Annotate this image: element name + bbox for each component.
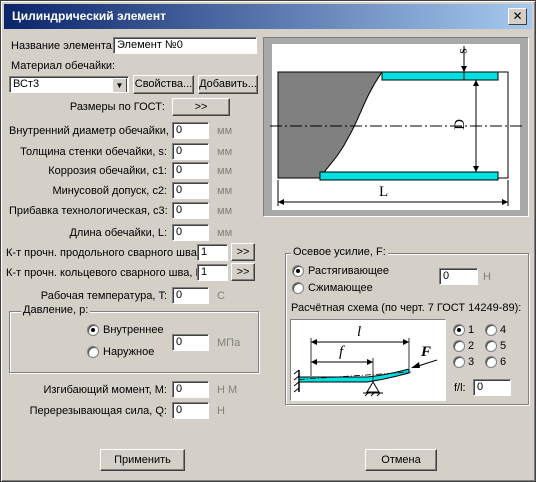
diameter-input[interactable]: 0 (172, 122, 209, 139)
thickness-input[interactable]: 0 (172, 143, 209, 160)
axial-tension-label[interactable]: Растягивающее (308, 265, 389, 277)
diameter-unit: мм (217, 125, 233, 137)
scheme-radio-2[interactable] (453, 340, 465, 352)
temperature-input[interactable]: 0 (172, 287, 209, 304)
scheme-radio-6[interactable] (485, 356, 497, 368)
weld-long-input[interactable]: 1 (197, 244, 228, 261)
dialog-window: Цилиндрический элемент ✕ Название элемен… (0, 0, 536, 482)
pressure-group-title: Давление, p: (21, 304, 91, 316)
corrosion-label: Коррозия обечайки, c1: (48, 165, 167, 177)
scheme-label-2[interactable]: 2 (468, 340, 474, 352)
close-icon: ✕ (512, 9, 523, 23)
axial-compression-radio[interactable] (292, 282, 304, 294)
corrosion-unit: мм (217, 165, 233, 177)
apply-button[interactable]: Применить (100, 449, 185, 471)
gost-sizes-button[interactable]: >> (172, 98, 230, 116)
minus-tolerance-unit: мм (217, 185, 233, 197)
window-title: Цилиндрический элемент (12, 9, 166, 23)
weld-circ-button[interactable]: >> (231, 263, 255, 281)
scheme-force-label: F (421, 344, 432, 360)
tech-allowance-label: Прибавка технологическая, c3: (9, 205, 168, 217)
scheme-label-1[interactable]: 1 (468, 324, 474, 336)
cancel-button[interactable]: Отмена (365, 449, 437, 471)
fl-input[interactable]: 0 (473, 379, 511, 396)
material-select[interactable]: ВСт3 ▼ (9, 76, 129, 93)
shell-d-label: D (451, 119, 468, 130)
minus-tolerance-input[interactable]: 0 (172, 182, 209, 199)
scheme-diagram: l f F (290, 319, 446, 401)
bending-moment-unit: Н М (217, 384, 238, 396)
material-value: ВСт3 (13, 78, 40, 90)
shell-l-label: L (379, 184, 389, 200)
length-label: Длина обечайки, L: (69, 227, 167, 239)
gost-sizes-label: Размеры по ГОСТ: (69, 101, 165, 113)
axial-compression-label[interactable]: Сжимающее (308, 282, 373, 294)
element-name-input[interactable]: Элемент №0 (113, 37, 257, 54)
axial-force-input[interactable]: 0 (439, 268, 478, 285)
pressure-external-radio[interactable] (87, 346, 99, 358)
scheme-radio-5[interactable] (485, 340, 497, 352)
shell-diagram-svg (264, 38, 528, 216)
shell-s-label: s (455, 48, 471, 54)
scheme-label-4[interactable]: 4 (500, 324, 506, 336)
weld-circ-label: К-т прочн. кольцевого сварного шва, Fic: (6, 267, 214, 279)
tech-allowance-unit: мм (217, 205, 233, 217)
scheme-radio-1[interactable] (453, 324, 465, 336)
weld-long-label: К-т прочн. продольного сварного шва, Fip… (6, 247, 222, 259)
pressure-internal-radio[interactable] (87, 324, 99, 336)
bending-moment-label: Изгибающий момент, M: (43, 384, 167, 396)
shear-force-unit: Н (217, 405, 225, 417)
weld-circ-input[interactable]: 1 (197, 264, 228, 281)
scheme-radio-4[interactable] (485, 324, 497, 336)
thickness-unit: мм (217, 146, 233, 158)
fl-label: f/l: (454, 382, 466, 394)
thickness-label: Толщина стенки обечайки, s: (20, 146, 167, 158)
axial-tension-radio[interactable] (292, 265, 304, 277)
scheme-radio-3[interactable] (453, 356, 465, 368)
temperature-unit: С (217, 290, 225, 302)
corrosion-input[interactable]: 0 (172, 162, 209, 179)
length-input[interactable]: 0 (172, 224, 209, 241)
pressure-external-label[interactable]: Наружное (103, 346, 154, 358)
shell-diagram: s D L (263, 37, 529, 217)
temperature-label: Рабочая температура, T: (40, 290, 167, 302)
scheme-title: Расчётная схема (по черт. 7 ГОСТ 14249-8… (291, 302, 522, 314)
minus-tolerance-label: Минусовой допуск, c2: (52, 185, 167, 197)
bending-moment-input[interactable]: 0 (172, 381, 209, 398)
pressure-input[interactable]: 0 (172, 334, 209, 351)
tech-allowance-input[interactable]: 0 (172, 202, 209, 219)
scheme-label-3[interactable]: 3 (468, 356, 474, 368)
scheme-l-label: l (357, 324, 362, 340)
title-bar: Цилиндрический элемент ✕ (4, 4, 532, 29)
material-properties-button[interactable]: Свойства... (133, 75, 194, 94)
element-name-label: Название элемента: (11, 40, 115, 52)
axial-force-title: Осевое усилие, F: (291, 246, 388, 258)
material-label: Материал обечайки: (11, 60, 116, 72)
scheme-label-6[interactable]: 6 (500, 356, 506, 368)
length-unit: мм (217, 227, 233, 239)
shear-force-input[interactable]: 0 (172, 402, 209, 419)
weld-long-button[interactable]: >> (231, 243, 255, 261)
diameter-label: Внутренний диаметр обечайки, D: (9, 125, 183, 137)
chevron-down-icon[interactable]: ▼ (112, 78, 127, 92)
pressure-internal-label[interactable]: Внутреннее (103, 324, 164, 336)
scheme-f-label: f (339, 344, 344, 360)
axial-force-unit: Н (483, 271, 491, 283)
close-button[interactable]: ✕ (508, 8, 527, 25)
pressure-unit: МПа (217, 337, 241, 349)
material-add-button[interactable]: Добавить... (198, 75, 258, 94)
scheme-label-5[interactable]: 5 (500, 340, 506, 352)
shear-force-label: Перерезывающая сила, Q: (29, 405, 167, 417)
